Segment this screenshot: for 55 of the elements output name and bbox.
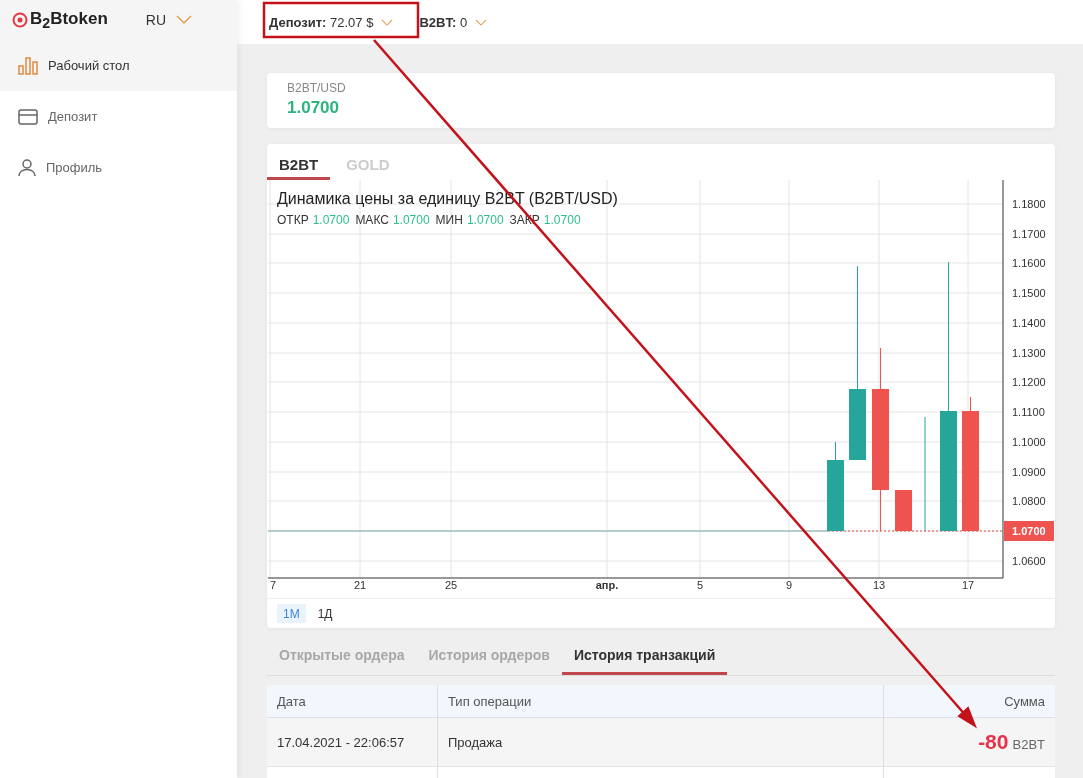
candlestick [895,489,912,532]
x-tick-label: 21 [353,579,367,591]
caret-icon [381,18,394,26]
x-tick-label: 25 [444,579,458,591]
pair-label: B2BT/USD [287,81,347,95]
y-tick-label: 1.1600 [1012,257,1046,269]
balance-dropdown[interactable]: B2BT: 0 [419,14,488,30]
y-tick-label: 1.1400 [1012,317,1046,329]
y-tick-label: 1.1500 [1012,287,1046,299]
y-tick-label: 1.0800 [1012,495,1046,507]
history-tab[interactable]: История транзакций [561,637,728,675]
column-header: Дата [267,685,438,717]
logo-text: B$_{2}$Btoken [30,8,108,32]
ohlc-label: МАКС [355,213,389,227]
x-tick-label: 13 [872,579,886,591]
amount-value: -80 [978,730,1009,754]
y-tick-label: 1.0900 [1012,466,1046,478]
y-tick-label: 1.1100 [1012,406,1045,418]
sidebar-item[interactable]: Рабочий стол [0,40,237,91]
bar-chart-icon [18,56,38,75]
column-header: Сумма [1003,692,1046,711]
last-price-tag: 1.0700 [1004,521,1054,541]
balance-dropdown[interactable]: Депозит: 72.07 $ [269,14,394,30]
card-icon [18,108,38,125]
user-icon [18,158,36,177]
caret-icon [475,18,488,26]
caret-icon [176,15,192,25]
y-tick-label: 1.1200 [1012,376,1046,388]
logo-icon [12,12,28,28]
x-tick-label: 5 [696,579,704,591]
ohlc-label: МИН [435,213,463,227]
table-cell: Продажа [438,718,884,766]
ohlc-value: 1.0700 [312,213,350,227]
amount-unit: B2BT [1012,736,1045,752]
y-tick-label: 1.1800 [1012,198,1046,210]
rate-value: 1.0700 [287,98,340,118]
ohlc-value: 1.0700 [466,213,504,227]
y-tick-label: 1.1700 [1012,228,1046,240]
ohlc-value: 1.0700 [392,213,430,227]
y-tick-label: 1.0600 [1012,555,1046,567]
ohlc-label: ОТКР [277,213,309,227]
x-tick-label: 7 [270,579,277,591]
range-button[interactable]: 1Д [311,604,339,623]
table-cell: 17.04.2021 - 22:06:57 [267,718,438,766]
sidebar-item[interactable]: Профиль [0,142,237,193]
column-header: Тип операции [438,685,884,717]
chart-tab[interactable]: B2BT [267,144,331,180]
x-tick-label: апр. [595,579,619,591]
y-tick-label: 1.1000 [1012,436,1046,448]
x-tick-label: 17 [961,579,975,591]
y-tick-label: 1.1300 [1012,347,1046,359]
sidebar-item[interactable]: Депозит [0,91,237,142]
ohlc-value: 1.0700 [543,213,581,227]
x-tick-label: 9 [785,579,793,591]
language-selector[interactable]: RU [145,12,192,28]
